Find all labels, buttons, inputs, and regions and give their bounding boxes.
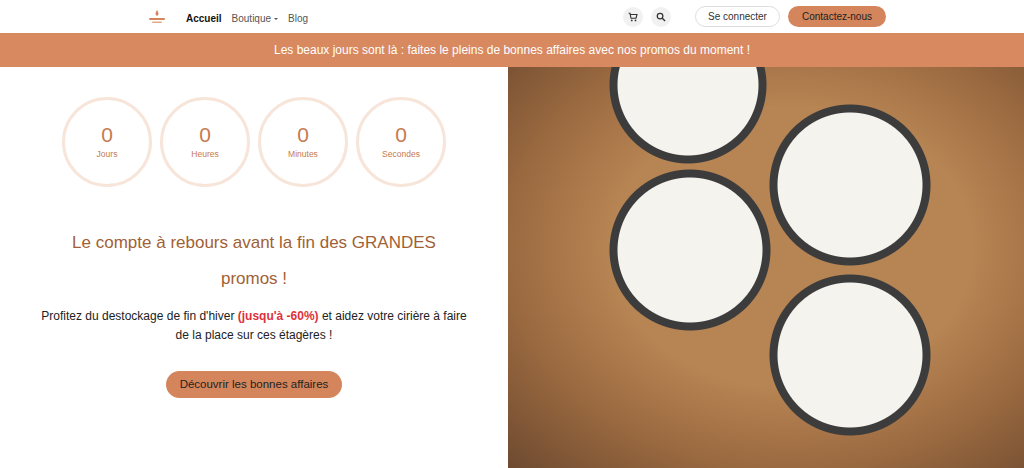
intro-paragraph: Profitez du destockage de fin d'hiver (j… [34,307,474,345]
search-button[interactable] [651,7,671,27]
countdown-unit: Secondes [382,148,420,161]
menu-item: Blog [288,5,308,29]
countdown-circle: 0 Minutes [258,97,348,187]
login-button[interactable]: Se connecter [695,6,780,27]
contact-button[interactable]: Contactez-nous [788,6,886,27]
promo-banner: Les beaux jours sont là : faites le plei… [0,33,1024,67]
navbar-content: Accueil Boutique Blog Se connecter Contactez… [146,0,886,33]
countdown-value: 0 [297,123,309,146]
intro-before: Profitez du destockage de fin d'hiver [41,309,237,323]
countdown-unit: Heures [191,148,218,161]
countdown-value: 0 [395,123,407,146]
countdown-circle: 0 Heures [160,97,250,187]
banner-text: Les beaux jours sont là : faites le plei… [274,41,750,59]
menu-link[interactable]: Accueil [186,11,222,26]
countdown-panel: 0 Jours 0 Heures 0 Minutes 0 Secondes Le compte … [0,67,508,468]
countdown-unit: Minutes [288,148,318,161]
hero-section: 0 Jours 0 Heures 0 Minutes 0 Secondes Le compte … [0,67,1024,468]
main-menu: Accueil Boutique Blog [186,5,308,29]
countdown-circle: 0 Jours [62,97,152,187]
menu-link[interactable]: Blog [288,11,308,26]
candles-photo [508,67,1024,468]
discount-highlight: (jusqu'à -60%) [238,309,319,323]
search-icon [656,12,666,22]
headline: Le compte à rebours avant la fin des GRA… [44,225,464,297]
countdown: 0 Jours 0 Heures 0 Minutes 0 Secondes [62,97,446,187]
countdown-value: 0 [101,123,113,146]
countdown-value: 0 [199,123,211,146]
countdown-circle: 0 Secondes [356,97,446,187]
countdown-unit: Jours [97,148,118,161]
logo-icon [146,9,168,25]
boutique-dropdown[interactable]: Boutique [232,11,278,26]
top-navbar: Accueil Boutique Blog Se connecter Contactez… [0,0,1024,33]
cart-button[interactable] [623,7,643,27]
cart-icon [628,12,638,22]
menu-item: Accueil [186,5,222,29]
navbar-actions: Se connecter Contactez-nous [623,6,886,27]
menu-item: Boutique [232,5,278,29]
deals-button[interactable]: Découvrir les bonnes affaires [166,371,343,398]
